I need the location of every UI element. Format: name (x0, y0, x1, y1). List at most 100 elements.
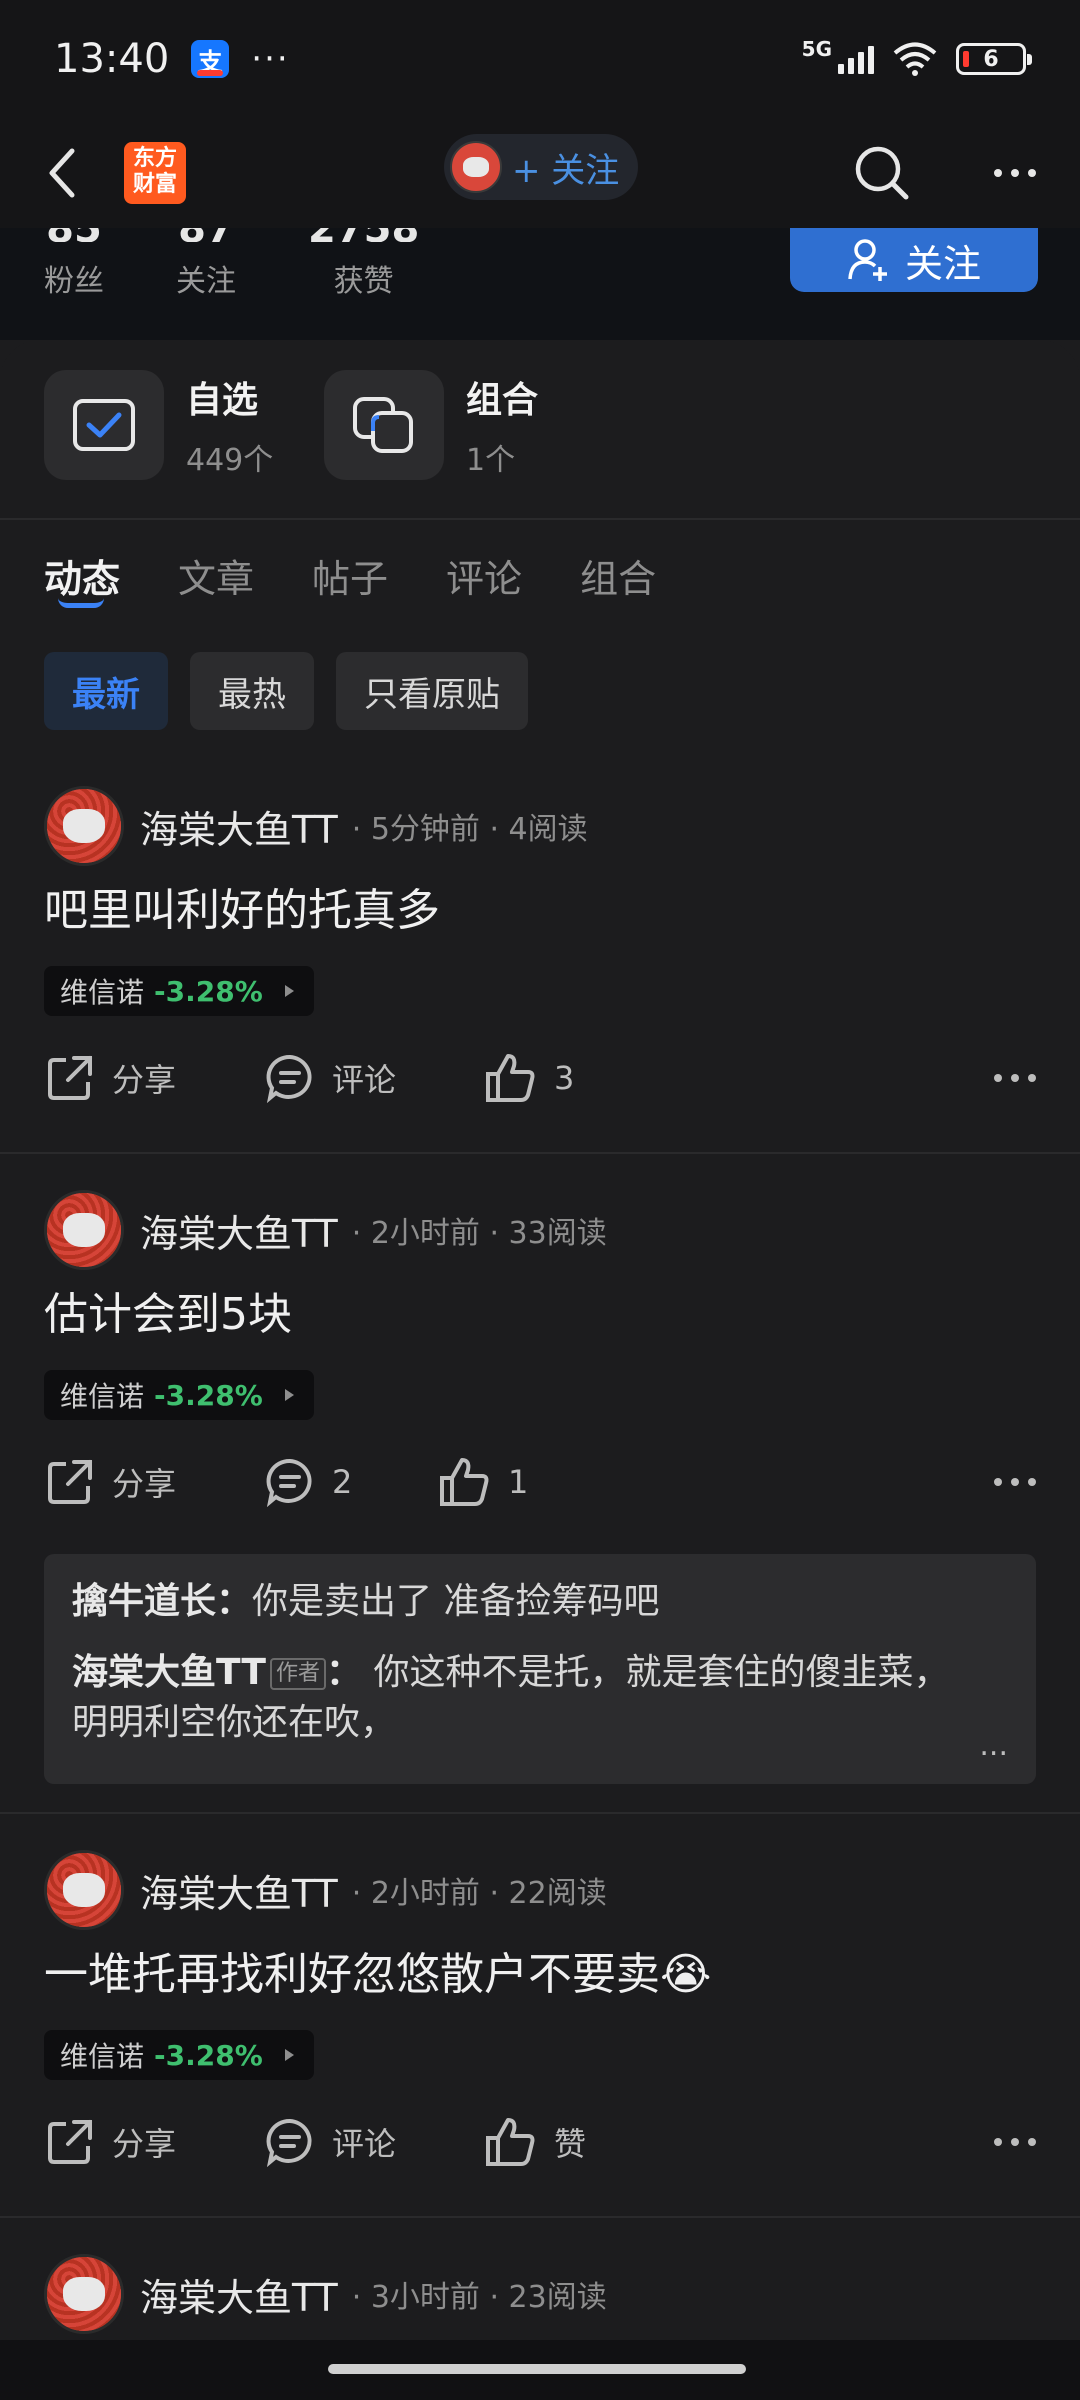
reply-line: 海棠大鱼TT 作者： 你这种不是托，就是套住的傻韭菜，明明利空你还在吹， (72, 1652, 950, 1743)
tab-activity[interactable]: 动态 (44, 548, 120, 603)
stock-change: -3.28% (154, 974, 263, 1008)
post-content[interactable]: 估计会到5块 (44, 1278, 292, 1342)
stock-name: 维信诺 (60, 976, 145, 1009)
user-avatar (450, 141, 502, 193)
share-icon (48, 2120, 92, 2164)
play-arrow-icon (284, 985, 294, 997)
reply-text: 你是卖出了 准备捡筹码吧 (252, 1581, 660, 1622)
more-options-icon[interactable] (994, 169, 1036, 177)
portfolio-title: 组合 (466, 380, 539, 421)
nav-follow-button[interactable]: + 关注 (444, 134, 638, 200)
tab-posts[interactable]: 帖子 (312, 548, 388, 603)
like-button[interactable]: 1 (438, 1456, 528, 1508)
share-button[interactable]: 分享 (44, 1052, 264, 1104)
reply-preview[interactable]: 擒牛道长：你是卖出了 准备捡筹码吧 海棠大鱼TT 作者： 你这种不是托，就是套住的… (44, 1554, 1036, 1784)
author-avatar[interactable] (44, 1850, 124, 1930)
status-time: 13:40 (54, 36, 170, 82)
author-name[interactable]: 海棠大鱼TT (140, 1863, 338, 1918)
comment-button[interactable]: 评论 (264, 2116, 484, 2168)
post-more-icon[interactable] (994, 2138, 1036, 2146)
stat-likes: 2758 获赞 (308, 228, 419, 299)
tab-portfolio[interactable]: 组合 (580, 548, 656, 603)
share-button[interactable]: 分享 (44, 1456, 264, 1508)
stock-tag[interactable]: 维信诺 -3.28% (44, 966, 314, 1016)
post-item[interactable]: 海棠大鱼TT · 5分钟前 · 4阅读 吧里叫利好的托真多 维信诺 -3.28%… (0, 786, 1080, 1132)
signal-icon (838, 44, 874, 74)
post-more-icon[interactable] (994, 1478, 1036, 1486)
author-name[interactable]: 海棠大鱼TT (140, 799, 338, 854)
comment-button[interactable]: 2 (264, 1456, 438, 1508)
tab-comments[interactable]: 评论 (446, 548, 522, 603)
stat-fans[interactable]: 85 粉丝 (44, 228, 104, 300)
stock-change: -3.28% (154, 1378, 263, 1412)
post-item[interactable]: 海棠大鱼TT · 2小时前 · 33阅读 估计会到5块 维信诺 -3.28% 分… (0, 1190, 1080, 1810)
author-name[interactable]: 海棠大鱼TT (140, 2267, 338, 2322)
like-button[interactable]: 赞 (484, 2116, 586, 2168)
author-avatar[interactable] (44, 2254, 124, 2334)
comment-icon (266, 1054, 312, 1104)
profile-stats: 85 粉丝 87 关注 2758 获赞 关注 (0, 228, 1080, 340)
author-name[interactable]: 海棠大鱼TT (140, 1203, 338, 1258)
profile-content: 自选 449个 组合 1个 动态 文章 帖子 评论 组合 最新 最热 只看原贴 (0, 340, 1080, 2400)
post-more-icon[interactable] (994, 1074, 1036, 1082)
comment-button[interactable]: 评论 (264, 1052, 484, 1104)
reply-more-icon[interactable]: ... (979, 1718, 1008, 1774)
filter-latest[interactable]: 最新 (44, 652, 168, 730)
stock-tag[interactable]: 维信诺 -3.28% (44, 2030, 314, 2080)
more-notifications-icon: ··· (251, 39, 290, 79)
status-bar: 13:40 支 ··· 5G 6 (0, 0, 1080, 118)
alipay-icon: 支 (191, 40, 230, 78)
comment-icon (266, 2118, 312, 2168)
follow-button-label: 关注 (904, 241, 981, 286)
portfolio-entry[interactable]: 组合 1个 (324, 370, 604, 480)
filter-chips: 最新 最热 只看原贴 (44, 652, 528, 730)
thumbs-up-icon (486, 1054, 535, 1102)
nav-bar: 东方 财富 + 关注 (0, 118, 1080, 228)
post-actions: 分享 评论 3 (44, 1048, 1036, 1108)
battery-icon: 6 (956, 43, 1032, 75)
post-actions: 分享 2 1 (44, 1452, 1036, 1512)
post-actions: 分享 评论 赞 (44, 2112, 1036, 2172)
post-meta: · 5分钟前 · 4阅读 (351, 812, 588, 847)
stat-following[interactable]: 87 关注 (176, 228, 236, 300)
play-arrow-icon (284, 1389, 294, 1401)
stock-name: 维信诺 (60, 1380, 145, 1413)
filter-hottest[interactable]: 最热 (190, 652, 314, 730)
share-button[interactable]: 分享 (44, 2116, 264, 2168)
stock-tag[interactable]: 维信诺 -3.28% (44, 1370, 314, 1420)
author-avatar[interactable] (44, 1190, 124, 1270)
back-button[interactable] (44, 143, 84, 203)
network-type: 5G (801, 37, 832, 61)
home-indicator[interactable] (328, 2364, 746, 2374)
watchlist-count: 449个 (186, 443, 274, 478)
divider (0, 1812, 1080, 1814)
divider (0, 1152, 1080, 1154)
stock-name: 维信诺 (60, 2040, 145, 2073)
portfolio-count: 1个 (466, 443, 516, 478)
thumbs-up-icon (440, 1458, 489, 1506)
comment-icon (266, 1458, 312, 1508)
tab-bar: 动态 文章 帖子 评论 组合 (44, 548, 656, 603)
follow-button[interactable]: 关注 (790, 228, 1038, 292)
watchlist-title: 自选 (186, 380, 259, 421)
nav-follow-label: + 关注 (512, 150, 620, 191)
post-content[interactable]: 吧里叫利好的托真多 (44, 874, 440, 938)
reply-user: 擒牛道长： (72, 1581, 253, 1622)
stock-change: -3.28% (154, 2038, 263, 2072)
post-item[interactable]: 海棠大鱼TT · 3小时前 · 23阅读 (0, 2254, 1080, 2344)
status-icons: 5G 6 (802, 37, 1032, 76)
post-item[interactable]: 海棠大鱼TT · 2小时前 · 22阅读 一堆托再找利好忽悠散户不要卖😭 维信诺… (0, 1850, 1080, 2196)
tab-articles[interactable]: 文章 (178, 548, 254, 603)
wifi-icon (892, 42, 938, 76)
reply-line: 擒牛道长：你是卖出了 准备捡筹码吧 (72, 1574, 1008, 1630)
share-icon (48, 1460, 92, 1504)
thumbs-up-icon (486, 2118, 535, 2166)
search-icon[interactable] (852, 143, 912, 203)
post-meta: · 2小时前 · 22阅读 (351, 1876, 607, 1911)
watchlist-entry[interactable]: 自选 449个 (44, 370, 324, 480)
author-avatar[interactable] (44, 786, 124, 866)
filter-original-only[interactable]: 只看原贴 (336, 652, 528, 730)
post-meta: · 2小时前 · 33阅读 (351, 1216, 607, 1251)
post-content[interactable]: 一堆托再找利好忽悠散户不要卖😭 (44, 1938, 711, 2002)
like-button[interactable]: 3 (484, 1052, 574, 1104)
